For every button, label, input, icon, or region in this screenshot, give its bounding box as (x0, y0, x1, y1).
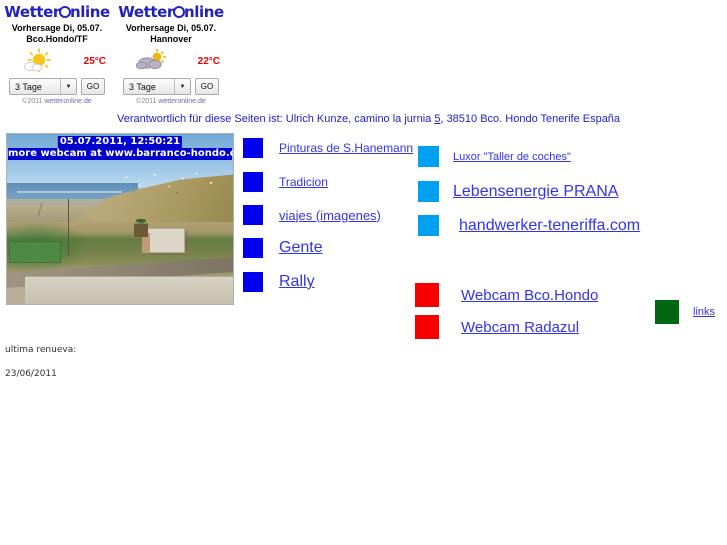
temperature-value: 22°C (197, 56, 220, 67)
forecast-range-value: 3 Tage (129, 81, 156, 92)
foreground-terrace (25, 275, 233, 304)
responsibility-line: Verantwortlich für diese Seiten ist: Ulr… (117, 113, 620, 125)
wetteronline-logo: Wetter nline (116, 4, 226, 20)
copyright-link[interactable]: wetteronline.de (44, 98, 91, 105)
link-webcam-radazul[interactable]: Webcam Radazul (461, 319, 579, 336)
forecast-label: Vorhersage Di, 05.07. (125, 23, 217, 33)
cyan-square-icon (418, 146, 439, 167)
houses-region (115, 168, 229, 199)
link-row-webcam-radazul[interactable]: Webcam Radazul (415, 315, 579, 339)
cyan-square-icon (418, 215, 439, 236)
wetteronline-logo: Wetter nline (2, 4, 112, 20)
blue-square-icon (243, 205, 263, 225)
widget-controls: 3 Tage ▼ GO (116, 78, 226, 95)
link-row-gente[interactable]: Gente (243, 238, 323, 258)
power-wire (7, 202, 75, 216)
forecast-range-select[interactable]: 3 Tage ▼ (123, 78, 191, 95)
responsibility-text-part1: Verantwortlich für diese Seiten ist: Ulr… (117, 113, 435, 125)
link-webcam-bco-hondo[interactable]: Webcam Bco.Hondo (461, 287, 598, 304)
green-square-icon (655, 300, 679, 324)
red-square-icon (415, 315, 439, 339)
forecast-range-value: 3 Tage (15, 81, 42, 92)
last-updated-date: 23/06/2011 (5, 369, 57, 379)
link-row-links[interactable]: links (655, 300, 715, 324)
go-button[interactable]: GO (81, 78, 105, 95)
link-pinturas-de-s-hanemann[interactable]: Pinturas de S.Hanemann (279, 141, 413, 155)
palm-tree (133, 219, 148, 237)
copyright-link[interactable]: wetteronline.de (158, 98, 205, 105)
weather-widget-hannover: Wetter nline Vorhersage Di, 05.07. Hannov… (114, 0, 228, 107)
red-square-icon (415, 283, 439, 307)
cloud-with-sun-icon (135, 49, 166, 70)
temperature-value: 25°C (83, 56, 106, 67)
blue-square-icon (243, 272, 263, 292)
widget-copyright: ©2011 wetteronline.de (116, 98, 226, 105)
sports-field (9, 241, 61, 264)
foreground-house (141, 227, 186, 254)
link-handwerker-teneriffa-com[interactable]: handwerker-teneriffa.com (459, 217, 640, 235)
blue-square-icon (243, 172, 263, 192)
weather-widgets-row: Wetter nline Vorhersage Di, 05.07. Bco.Ho… (0, 0, 228, 107)
link-lebensenergie-prana[interactable]: Lebensenergie PRANA (453, 183, 618, 201)
cyan-square-icon (418, 181, 439, 202)
go-button[interactable]: GO (195, 78, 219, 95)
link-row-rally[interactable]: Rally (243, 272, 315, 292)
link-row-lebensenergie-prana[interactable]: Lebensenergie PRANA (418, 181, 618, 202)
webcam-image[interactable]: 05.07.2011, 12:50:21 more webcam at www.… (6, 133, 234, 305)
logo-text-post: nline (183, 3, 224, 21)
widget-controls: 3 Tage ▼ GO (2, 78, 112, 95)
copyright-text: ©2011 (22, 98, 45, 105)
link-row-pinturas[interactable]: Pinturas de S.Hanemann (243, 138, 413, 158)
link-viajes-imagenes[interactable]: viajes (imagenes) (279, 208, 381, 223)
last-updated-label: ultima renueva: (5, 345, 77, 355)
link-row-webcam-bco-hondo[interactable]: Webcam Bco.Hondo (415, 283, 598, 307)
link-row-viajes[interactable]: viajes (imagenes) (243, 205, 381, 225)
chevron-down-icon: ▼ (60, 79, 76, 94)
condition-area: 22°C (116, 48, 226, 74)
forecast-range-select[interactable]: 3 Tage ▼ (9, 78, 77, 95)
responsibility-text-part2: , 38510 Bco. Hondo Tenerife España (440, 113, 621, 125)
link-row-tradicion[interactable]: Tradicion (243, 172, 328, 192)
webcam-timestamp: 05.07.2011, 12:50:21 (57, 136, 183, 148)
blue-square-icon (243, 138, 263, 158)
logo-text-post: nline (69, 3, 110, 21)
logo-text-pre: Wetter (4, 3, 60, 21)
chevron-down-icon: ▼ (174, 79, 190, 94)
logo-text-pre: Wetter (118, 3, 174, 21)
forecast-location: Hannover (150, 34, 192, 44)
forecast-location: Bco.Hondo/TF (26, 34, 88, 44)
link-row-luxor[interactable]: Luxor "Taller de coches" (418, 146, 571, 167)
weather-widget-bco-hondo: Wetter nline Vorhersage Di, 05.07. Bco.Ho… (0, 0, 114, 107)
sun-with-cloud-icon (24, 48, 51, 72)
copyright-text: ©2011 (136, 98, 159, 105)
link-links[interactable]: links (693, 306, 715, 318)
link-row-handwerker-teneriffa[interactable]: handwerker-teneriffa.com (418, 215, 640, 236)
link-luxor-taller-de-coches[interactable]: Luxor "Taller de coches" (453, 151, 571, 163)
link-gente[interactable]: Gente (279, 239, 323, 257)
condition-area: 25°C (2, 48, 112, 74)
link-tradicion[interactable]: Tradicion (279, 175, 328, 189)
link-rally[interactable]: Rally (279, 273, 315, 291)
webcam-caption: more webcam at www.barranco-hondo.com (8, 148, 234, 160)
blue-square-icon (243, 238, 263, 258)
forecast-label: Vorhersage Di, 05.07. (11, 23, 103, 33)
widget-copyright: ©2011 wetteronline.de (2, 98, 112, 105)
